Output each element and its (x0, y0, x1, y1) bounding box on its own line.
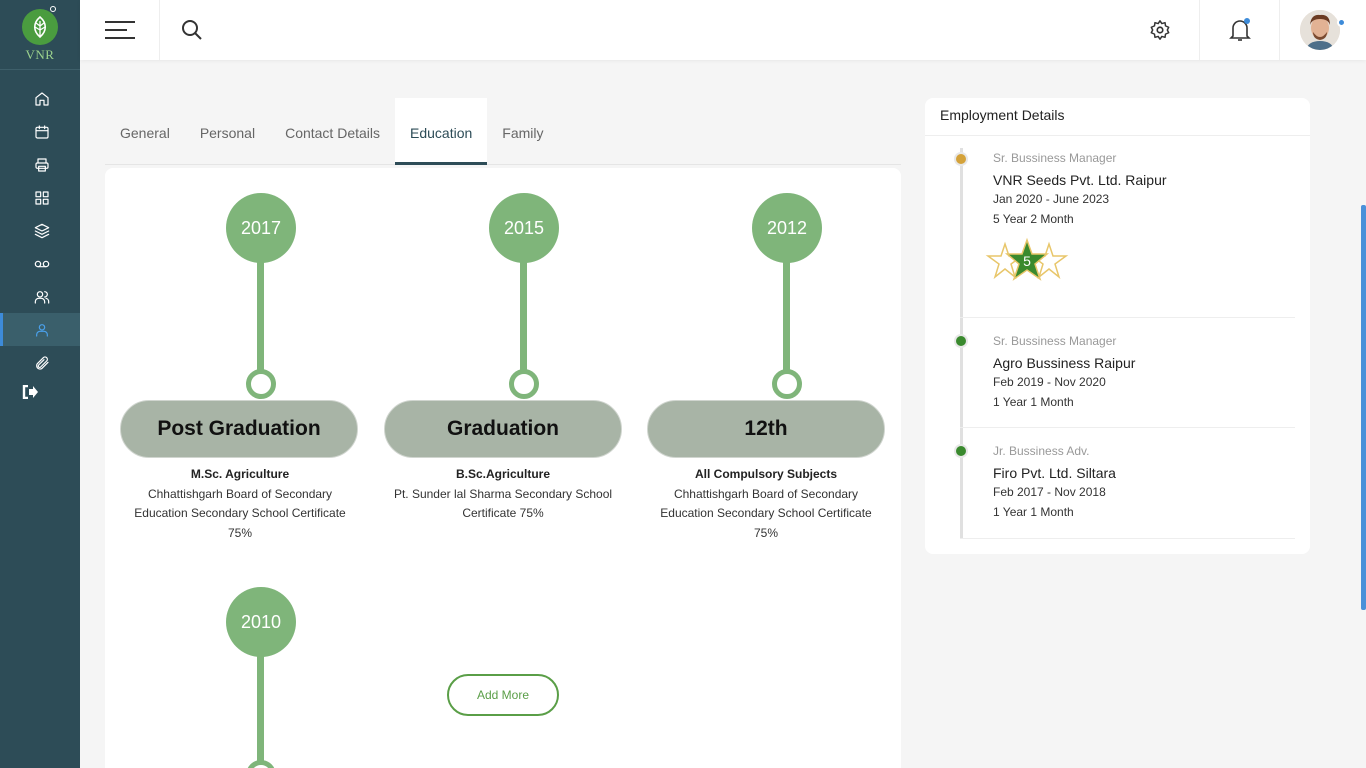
education-description: M.Sc. Agriculture Chhattishgarh Board of… (125, 465, 355, 543)
education-level: Graduation (384, 400, 622, 458)
year-badge: 2015 (489, 193, 559, 263)
timeline-stem (520, 261, 527, 373)
timeline-dot (954, 334, 968, 348)
divider (960, 538, 1295, 539)
tab-family[interactable]: Family (487, 98, 558, 165)
tab-personal[interactable]: Personal (185, 98, 270, 165)
education-institution: Education Secondary School Certificate (660, 506, 872, 520)
sidebar-item-home[interactable] (0, 82, 80, 115)
timeline-stem (783, 261, 790, 373)
sidebar: VNR (0, 0, 80, 768)
voicemail-icon (34, 260, 50, 267)
add-more-button[interactable]: Add More (447, 674, 559, 716)
settings-button[interactable] (1120, 0, 1200, 60)
user-icon (36, 323, 48, 337)
education-title: B.Sc.Agriculture (455, 467, 551, 481)
sidebar-item-print[interactable] (0, 148, 80, 181)
education-institution: Certificate 75% (462, 506, 544, 520)
leaf-logo-icon (22, 8, 58, 45)
employment-header: Employment Details (925, 98, 1310, 136)
online-status-dot (1337, 18, 1346, 27)
menu-icon (104, 21, 135, 39)
users-icon (34, 290, 50, 304)
sidebar-item-voicemail[interactable] (0, 247, 80, 280)
education-description: B.Sc.Agriculture Pt. Sunder lal Sharma S… (388, 465, 618, 524)
search-button[interactable] (180, 18, 204, 42)
employment-duration: 1 Year 1 Month (993, 395, 1074, 409)
logout-icon (22, 385, 38, 399)
divider (960, 317, 1295, 318)
education-score: 75% (227, 525, 253, 540)
employment-role: Sr. Bussiness Manager (993, 334, 1117, 348)
logout-button[interactable] (0, 379, 80, 405)
notifications-button[interactable] (1200, 0, 1280, 60)
employment-role: Sr. Bussiness Manager (993, 151, 1117, 165)
logo-text: VNR (25, 46, 55, 62)
tab-education[interactable]: Education (395, 98, 488, 165)
calendar-icon (35, 124, 49, 139)
education-level: 12th (647, 400, 885, 458)
education-institution: Pt. Sunder lal Sharma Secondary School (393, 486, 613, 501)
layers-icon (34, 223, 50, 238)
education-institution: Chhattishgarh Board of Secondary (673, 486, 859, 501)
grid-icon (35, 190, 49, 205)
employment-panel: Employment Details Sr. Bussiness Manager… (925, 98, 1310, 554)
employment-company: Firo Pvt. Ltd. Siltara (993, 465, 1116, 481)
timeline-ring (246, 369, 276, 399)
tab-general[interactable]: General (105, 98, 185, 165)
timeline-ring (246, 760, 276, 768)
sidebar-item-layers[interactable] (0, 214, 80, 247)
rating-stars-icon: 5 (985, 237, 1069, 281)
menu-button[interactable] (80, 0, 160, 60)
rating-value: 5 (1023, 253, 1031, 269)
timeline-dot (954, 444, 968, 458)
employment-dates: Feb 2019 - Nov 2020 (993, 375, 1106, 389)
timeline-stem (257, 261, 264, 373)
employment-company: VNR Seeds Pvt. Ltd. Raipur (993, 172, 1167, 188)
education-description: All Compulsory Subjects Chhattishgarh Bo… (651, 465, 881, 543)
tab-contact-details[interactable]: Contact Details (270, 98, 395, 165)
registered-mark-icon (50, 6, 56, 12)
sidebar-item-users[interactable] (0, 280, 80, 313)
education-title: All Compulsory Subjects (694, 467, 838, 481)
sidebar-item-dashboard[interactable] (0, 181, 80, 214)
top-bar (80, 0, 1366, 60)
timeline-dot (954, 152, 968, 166)
employment-dates: Jan 2020 - June 2023 (993, 192, 1110, 206)
avatar[interactable] (1300, 10, 1340, 50)
education-panel: 2017 Post Graduation M.Sc. Agriculture C… (105, 168, 901, 768)
paperclip-icon (36, 355, 49, 370)
profile-tabs: General Personal Contact Details Educati… (105, 98, 901, 165)
scrollbar[interactable] (1361, 205, 1366, 610)
sidebar-item-attachments[interactable] (0, 346, 80, 379)
search-icon (182, 20, 202, 40)
home-icon (35, 91, 49, 106)
timeline-stem (257, 655, 264, 767)
year-badge: 2010 (226, 587, 296, 657)
employment-role: Jr. Bussiness Adv. (993, 444, 1090, 458)
education-title: M.Sc. Agriculture (190, 467, 290, 481)
employment-dates: Feb 2017 - Nov 2018 (993, 485, 1106, 499)
notification-dot (1244, 18, 1250, 24)
logo[interactable]: VNR (0, 0, 80, 70)
divider (960, 427, 1295, 428)
year-badge: 2017 (226, 193, 296, 263)
employment-duration: 5 Year 2 Month (993, 212, 1074, 226)
year-badge: 2012 (752, 193, 822, 263)
sidebar-item-profile[interactable] (0, 313, 80, 346)
sidebar-item-calendar[interactable] (0, 115, 80, 148)
employment-duration: 1 Year 1 Month (993, 505, 1074, 519)
employment-company: Agro Bussiness Raipur (993, 355, 1136, 371)
timeline-ring (772, 369, 802, 399)
education-institution: Chhattishgarh Board of Secondary (147, 486, 333, 501)
education-score: 75% (753, 525, 779, 540)
timeline-ring (509, 369, 539, 399)
printer-icon (35, 157, 49, 172)
education-institution: Education Secondary School Certificate (134, 506, 346, 520)
education-level: Post Graduation (120, 400, 358, 458)
gear-icon (1150, 20, 1169, 40)
